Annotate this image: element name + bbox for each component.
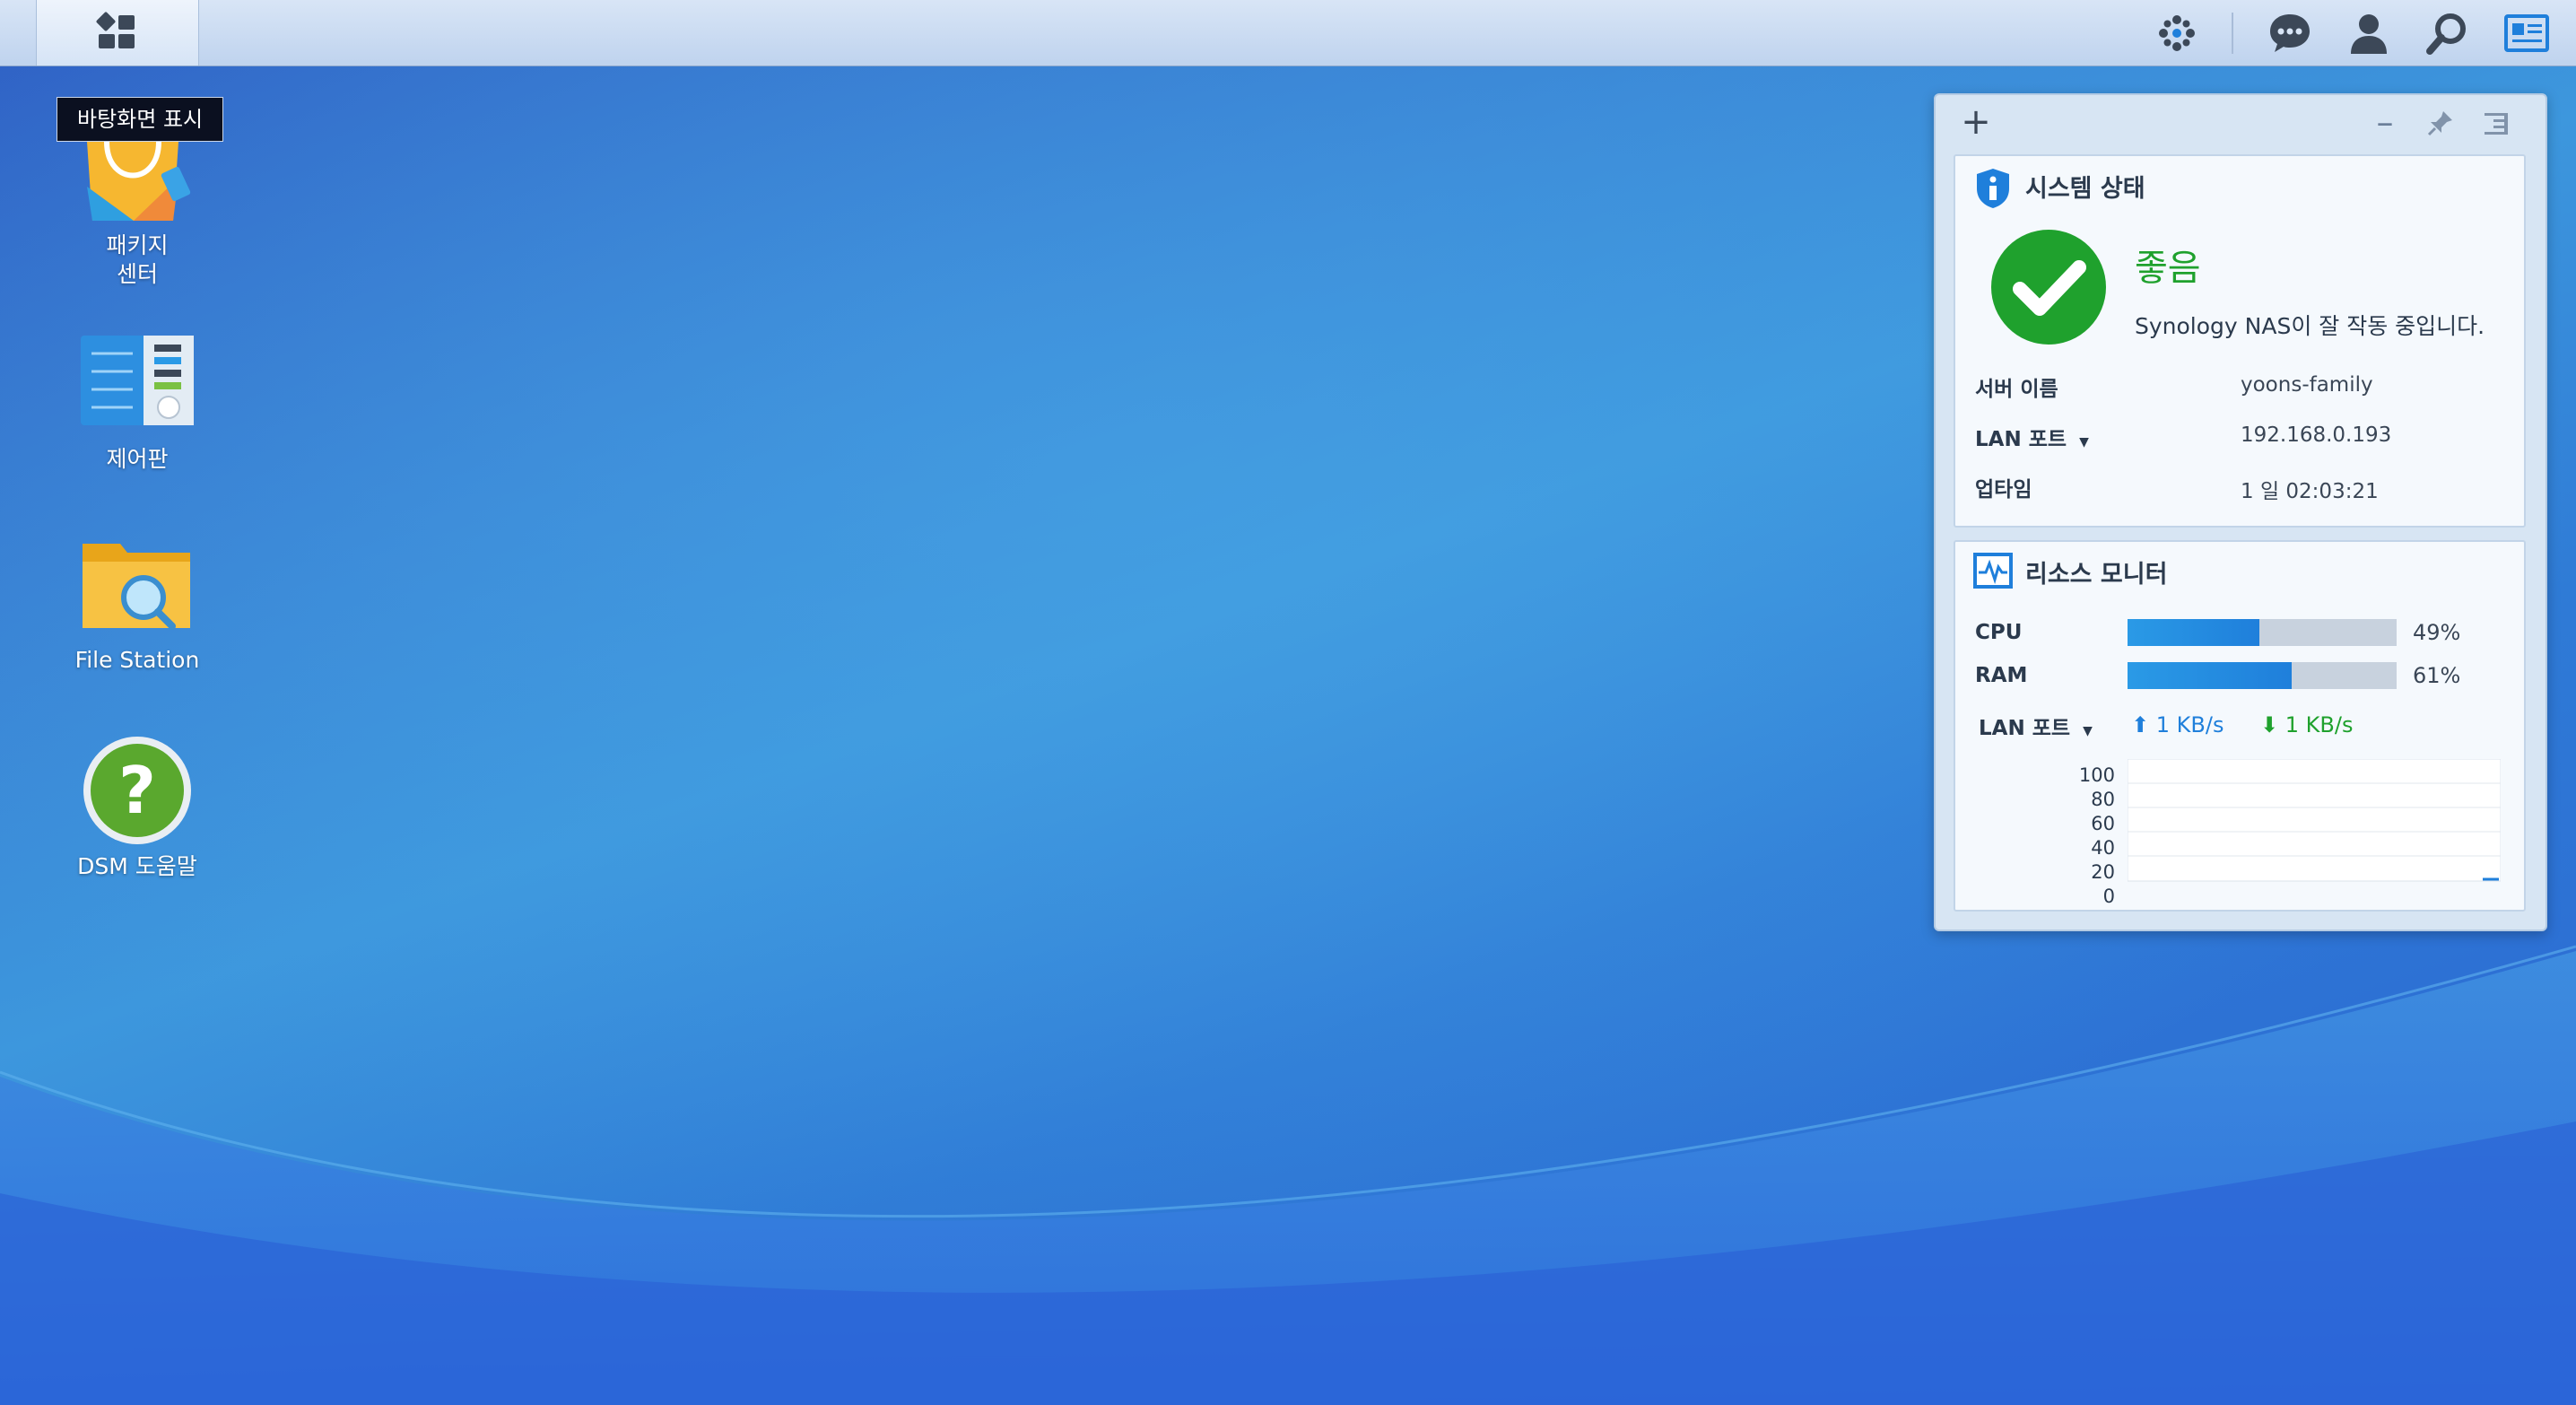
caret-down-icon: ▼	[2083, 724, 2093, 738]
uptime-value: 1 일 02:03:21	[2241, 480, 2379, 503]
widgets-icon[interactable]	[2153, 9, 2201, 57]
status-message: Synology NAS이 잘 작동 중입니다.	[2135, 313, 2485, 339]
lan-port-label[interactable]: LAN 포트 ▼	[1975, 422, 2089, 452]
widget-panel: + – 시스템 상태 좋음 Synology NAS이 잘 작동 중입니다. 서…	[1934, 93, 2547, 931]
system-status-title: 시스템 상태	[2025, 175, 2145, 203]
add-widget-button[interactable]: +	[1961, 104, 1991, 140]
download-speed-value: 1 KB/s	[2284, 712, 2354, 737]
notification-chat-icon[interactable]	[2266, 9, 2314, 57]
widget-panel-toolbar: + –	[1936, 95, 2546, 149]
lan-ip-value: 192.168.0.193	[2241, 423, 2392, 447]
taskbar	[0, 0, 2576, 66]
upload-arrow-icon: ⬆	[2131, 712, 2150, 737]
control-panel-icon	[81, 336, 194, 425]
desktop-item-control-panel[interactable]: 제어판	[25, 332, 249, 474]
show-desktop-card-icon[interactable]	[2502, 9, 2551, 57]
chart-y-tick: 80	[2091, 789, 2115, 810]
lan-port-select-text: LAN 포트	[1979, 717, 2071, 740]
chart-y-tick: 60	[2091, 813, 2115, 834]
pin-icon[interactable]	[2425, 108, 2456, 138]
ram-percent: 61%	[2413, 663, 2461, 688]
chart-y-tick: 100	[2078, 764, 2115, 786]
chart-y-tick: 40	[2091, 837, 2115, 859]
taskbar-separator	[2232, 13, 2233, 54]
minimize-button[interactable]: –	[2370, 105, 2400, 139]
resource-monitor-title: 리소스 모니터	[2025, 561, 2168, 589]
desktop-item-package-center[interactable]: 패키지 센터	[25, 133, 249, 289]
desktop-item-dsm-help[interactable]: ? DSM 도움말	[25, 734, 249, 881]
server-name-label: 서버 이름	[1975, 378, 2058, 401]
dsm-help-icon: ?	[83, 737, 191, 844]
main-menu-icon	[96, 12, 135, 48]
user-icon[interactable]	[2345, 9, 2393, 57]
main-menu-button[interactable]	[36, 0, 199, 65]
svg-text:?: ?	[118, 753, 156, 828]
cpu-percent: 49%	[2413, 620, 2461, 645]
upload-speed: ⬆ 1 KB/s	[2131, 712, 2224, 737]
panel-collapse-icon[interactable]	[2481, 108, 2511, 138]
ram-bar-fill	[2128, 662, 2292, 689]
chart-y-tick: 20	[2091, 861, 2115, 883]
cpu-bar	[2128, 619, 2397, 646]
download-speed: ⬇ 1 KB/s	[2260, 712, 2353, 737]
package-center-icon	[87, 141, 191, 221]
file-station-icon	[83, 544, 190, 630]
search-icon[interactable]	[2424, 9, 2472, 57]
caret-down-icon: ▼	[2079, 435, 2089, 449]
status-ok-icon	[1991, 230, 2106, 345]
lan-port-select[interactable]: LAN 포트 ▼	[1979, 711, 2093, 741]
desktop-item-label: 제어판	[106, 446, 169, 472]
desktop-item-file-station[interactable]: File Station	[25, 538, 249, 675]
tooltip: 바탕화면 표시	[57, 97, 224, 142]
resource-monitor-widget: 리소스 모니터 CPU 49% RAM 61% LAN 포트 ▼ ⬆ 1 KB/…	[1954, 540, 2526, 912]
chart-y-tick: 0	[2102, 886, 2115, 907]
system-status-widget: 시스템 상태 좋음 Synology NAS이 잘 작동 중입니다. 서버 이름…	[1954, 154, 2526, 528]
cpu-bar-fill	[2128, 619, 2259, 646]
ram-bar	[2128, 662, 2397, 689]
ram-label: RAM	[1975, 664, 2028, 687]
lan-port-label-text: LAN 포트	[1975, 428, 2067, 451]
upload-speed-value: 1 KB/s	[2155, 712, 2224, 737]
status-text: 좋음	[2135, 248, 2201, 289]
network-chart	[2128, 759, 2501, 882]
shield-info-icon	[1977, 169, 2009, 208]
desktop-item-label: File Station	[74, 647, 200, 673]
pulse-monitor-icon	[1973, 553, 2013, 589]
cpu-label: CPU	[1975, 621, 2023, 644]
uptime-label: 업타임	[1975, 478, 2032, 502]
desktop-item-label: 패키지 센터	[106, 232, 169, 287]
server-name-value: yoons-family	[2241, 373, 2373, 397]
download-arrow-icon: ⬇	[2260, 712, 2279, 737]
desktop-item-label: DSM 도움말	[77, 853, 197, 879]
